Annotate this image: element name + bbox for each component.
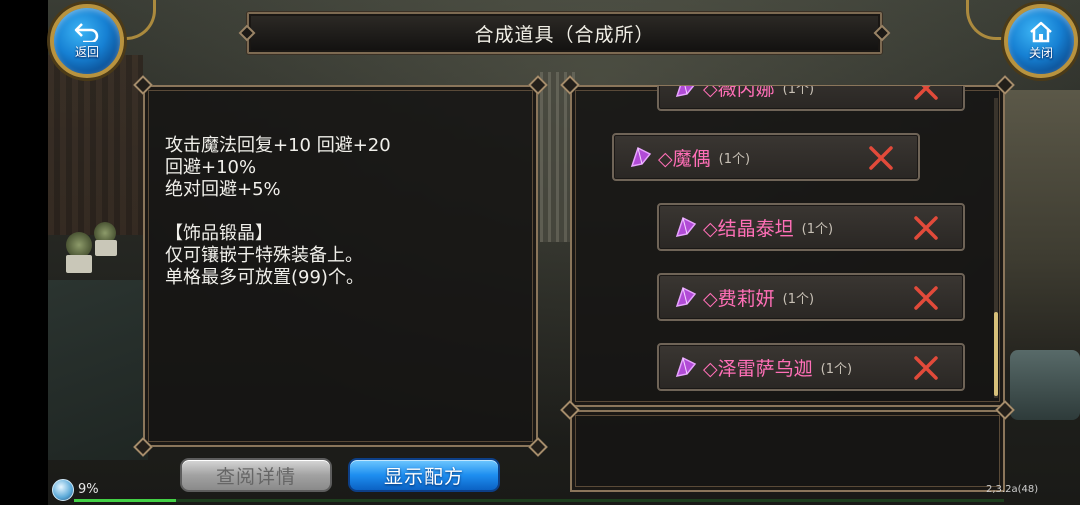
screen-letterbox bbox=[0, 0, 48, 505]
background-pot bbox=[66, 255, 92, 273]
crystal-icon bbox=[675, 216, 697, 237]
item-name: ◇费莉妍 bbox=[703, 287, 775, 310]
crystal-icon bbox=[675, 86, 695, 97]
exp-bar-fill bbox=[74, 499, 176, 502]
close-button[interactable]: 关闭 bbox=[1004, 4, 1078, 78]
item-name: ◇薇丙娜 bbox=[703, 86, 775, 100]
material-list[interactable]: ◇薇丙娜 (1个) ◇魔偶 (1个) ◇结晶泰坦 (1个) ◇费莉妍 (1个) … bbox=[575, 86, 995, 404]
item-name: ◇泽雷萨乌迦 bbox=[703, 357, 813, 380]
status-orb-icon bbox=[52, 479, 74, 501]
item-quantity: (1个) bbox=[820, 361, 853, 377]
list-item[interactable]: ◇薇丙娜 (1个) bbox=[657, 86, 965, 111]
home-icon bbox=[1030, 21, 1052, 43]
item-name: ◇魔偶 bbox=[658, 147, 711, 170]
remove-x-icon[interactable] bbox=[913, 86, 939, 101]
remove-x-icon[interactable] bbox=[868, 145, 894, 171]
background-stool bbox=[1010, 350, 1080, 420]
background-floor bbox=[48, 280, 148, 460]
remove-x-icon[interactable] bbox=[913, 285, 939, 311]
recipe-footer-panel bbox=[570, 410, 1005, 492]
exp-bar bbox=[74, 499, 1004, 502]
item-name: ◇结晶泰坦 bbox=[703, 217, 794, 240]
map-coords: 2,3.2a(48) bbox=[986, 484, 1039, 495]
remove-x-icon[interactable] bbox=[913, 215, 939, 241]
background-curtain bbox=[48, 55, 143, 235]
list-item[interactable]: ◇泽雷萨乌迦 (1个) bbox=[657, 343, 965, 391]
list-item[interactable]: ◇费莉妍 (1个) bbox=[657, 273, 965, 321]
background-pot bbox=[95, 240, 117, 256]
list-item[interactable]: ◇魔偶 (1个) bbox=[612, 133, 920, 181]
remove-x-icon[interactable] bbox=[913, 355, 939, 381]
list-scrollbar-thumb[interactable] bbox=[994, 312, 998, 396]
background-wall bbox=[1005, 90, 1080, 370]
close-button-label: 关闭 bbox=[1028, 46, 1053, 60]
back-button[interactable]: 返回 bbox=[50, 4, 124, 78]
crystal-icon bbox=[675, 286, 697, 307]
view-details-button[interactable]: 查阅详情 bbox=[180, 458, 332, 492]
item-quantity: (1个) bbox=[782, 86, 815, 97]
back-arrow-icon bbox=[74, 23, 99, 42]
item-quantity: (1个) bbox=[801, 221, 834, 237]
title-bar: 合成道具（合成所） bbox=[238, 12, 891, 54]
item-quantity: (1个) bbox=[782, 291, 815, 307]
item-description: 攻击魔法回复+10 回避+20 回避+10% 绝对回避+5% 【饰品锻晶】 仅可… bbox=[165, 135, 391, 288]
back-button-label: 返回 bbox=[74, 45, 99, 59]
show-recipe-button[interactable]: 显示配方 bbox=[348, 458, 500, 492]
page-title: 合成道具（合成所） bbox=[474, 23, 655, 46]
crystal-icon bbox=[675, 356, 697, 377]
item-quantity: (1个) bbox=[718, 151, 751, 167]
crystal-icon bbox=[630, 146, 652, 167]
list-item[interactable]: ◇结晶泰坦 (1个) bbox=[657, 203, 965, 251]
status-percent: 9% bbox=[78, 482, 99, 497]
